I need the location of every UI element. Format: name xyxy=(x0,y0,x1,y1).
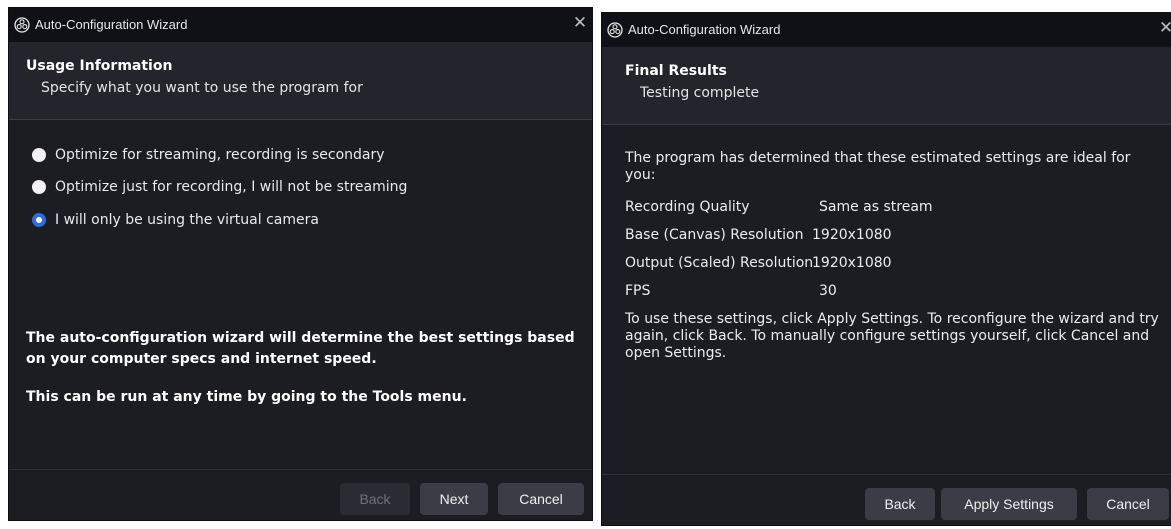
cancel-button[interactable]: Cancel xyxy=(1087,488,1169,520)
setting-value: 30 xyxy=(819,283,837,299)
window-title: Auto-Configuration Wizard xyxy=(628,22,781,37)
radio-optimize-recording[interactable]: Optimize just for recording, I will not … xyxy=(32,177,407,197)
setting-label: Output (Scaled) Resolution xyxy=(625,255,814,271)
setting-label: Recording Quality xyxy=(625,199,750,215)
obs-logo-icon xyxy=(607,22,623,38)
wizard-header: Final Results Testing complete xyxy=(602,47,1171,125)
radio-label: Optimize for streaming, recording is sec… xyxy=(55,147,385,163)
wizard-header: Usage Information Specify what you want … xyxy=(9,42,592,120)
results-instructions: To use these settings, click Apply Setti… xyxy=(625,311,1159,361)
radio-unchecked-icon[interactable] xyxy=(32,180,46,194)
page-subtitle: Specify what you want to use the program… xyxy=(41,80,363,96)
setting-value: Same as stream xyxy=(819,199,933,215)
setting-value: 1920x1080 xyxy=(812,255,892,271)
title-bar[interactable]: Auto-Configuration Wizard ✕ xyxy=(602,13,1171,47)
apply-settings-button[interactable]: Apply Settings xyxy=(941,488,1077,520)
radio-virtual-camera[interactable]: I will only be using the virtual camera xyxy=(32,210,319,230)
footer-divider xyxy=(9,469,592,470)
page-title: Usage Information xyxy=(26,58,173,74)
setting-label: FPS xyxy=(625,283,651,299)
usage-information-window: Auto-Configuration Wizard ✕ Usage Inform… xyxy=(8,7,593,521)
tools-menu-hint: This can be run at any time by going to … xyxy=(26,389,467,405)
radio-checked-icon[interactable] xyxy=(32,213,46,227)
final-results-window: Auto-Configuration Wizard ✕ Final Result… xyxy=(601,12,1171,526)
radio-unchecked-icon[interactable] xyxy=(32,148,46,162)
wizard-info-text: The auto-configuration wizard will deter… xyxy=(26,330,575,367)
close-icon[interactable]: ✕ xyxy=(1158,20,1171,37)
back-button[interactable]: Back xyxy=(340,483,410,515)
title-bar[interactable]: Auto-Configuration Wizard ✕ xyxy=(9,8,592,42)
setting-label: Base (Canvas) Resolution xyxy=(625,227,804,243)
back-button[interactable]: Back xyxy=(865,488,935,520)
footer-divider xyxy=(602,474,1171,475)
next-button[interactable]: Next xyxy=(420,483,488,515)
cancel-button[interactable]: Cancel xyxy=(498,483,584,515)
radio-label: I will only be using the virtual camera xyxy=(55,212,319,228)
radio-optimize-streaming[interactable]: Optimize for streaming, recording is sec… xyxy=(32,145,385,165)
window-title: Auto-Configuration Wizard xyxy=(35,17,188,32)
page-subtitle: Testing complete xyxy=(640,85,760,101)
page-title: Final Results xyxy=(625,63,727,79)
setting-value: 1920x1080 xyxy=(812,227,892,243)
obs-logo-icon xyxy=(14,17,30,33)
results-intro: The program has determined that these es… xyxy=(625,150,1131,183)
close-icon[interactable]: ✕ xyxy=(572,15,588,32)
radio-label: Optimize just for recording, I will not … xyxy=(55,179,408,195)
